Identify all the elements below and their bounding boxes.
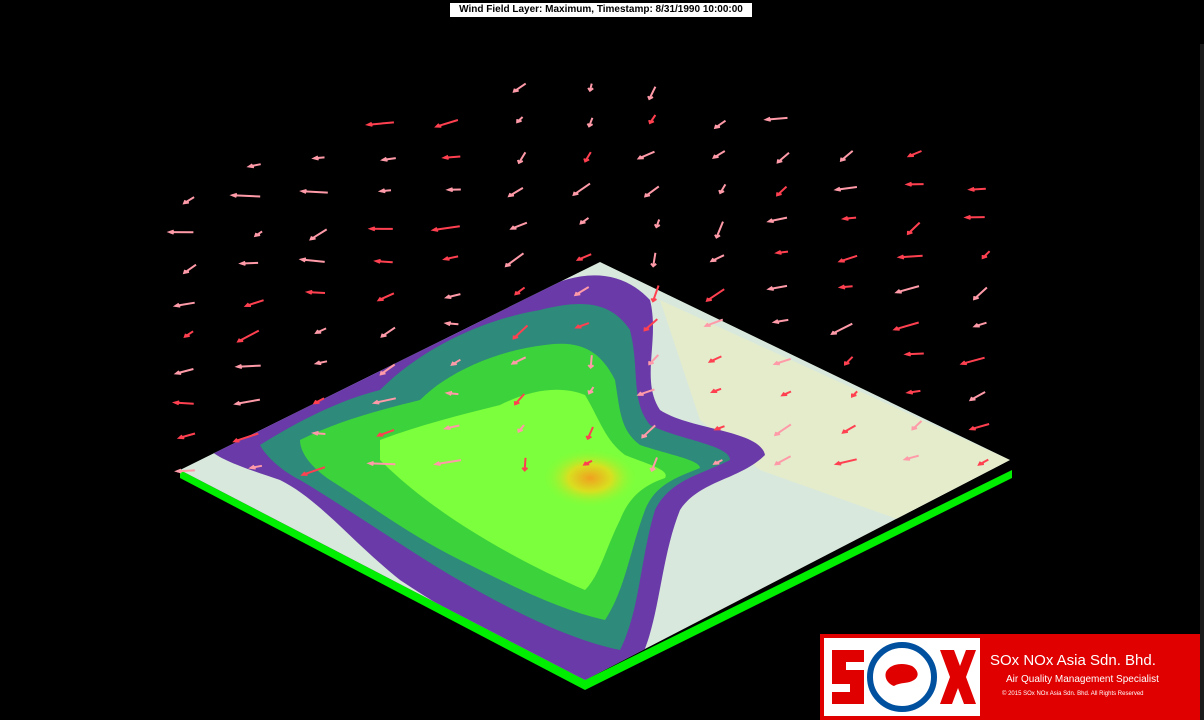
wind-vector xyxy=(436,119,459,128)
contour-peak xyxy=(542,448,638,508)
wind-vector xyxy=(706,288,725,302)
wind-vector xyxy=(894,321,919,331)
wind-vector xyxy=(433,225,460,231)
wind-vector xyxy=(310,228,328,241)
wind-vector xyxy=(573,182,591,196)
layer-title: Wind Field Layer: Maximum, Timestamp: 8/… xyxy=(450,3,752,17)
company-logo-panel: SOx NOx Asia Sdn. Bhd. Air Quality Manag… xyxy=(820,634,1200,720)
viewer-border xyxy=(1200,44,1204,720)
wind-vector xyxy=(973,286,988,300)
wind-vector xyxy=(505,252,525,267)
copyright-notice: © 2015 SOx NOx Asia Sdn. Bhd. All Rights… xyxy=(1002,691,1144,697)
wind-vector xyxy=(896,285,920,294)
wind-vector xyxy=(644,185,660,198)
sox-logo-icon xyxy=(824,638,980,716)
company-name: SOx NOx Asia Sdn. Bhd. xyxy=(990,652,1156,669)
wind-vector xyxy=(961,356,985,365)
wind-vector xyxy=(831,322,853,335)
company-tagline: Air Quality Management Specialist xyxy=(1006,674,1159,685)
wind-vector xyxy=(235,398,261,405)
wind-vector xyxy=(237,329,260,343)
wind-vector xyxy=(907,221,921,235)
concentration-contours xyxy=(210,275,1010,680)
terrain-3d-view[interactable] xyxy=(0,0,1204,720)
viewer-canvas[interactable]: Wind Field Layer: Maximum, Timestamp: 8/… xyxy=(0,0,1204,720)
